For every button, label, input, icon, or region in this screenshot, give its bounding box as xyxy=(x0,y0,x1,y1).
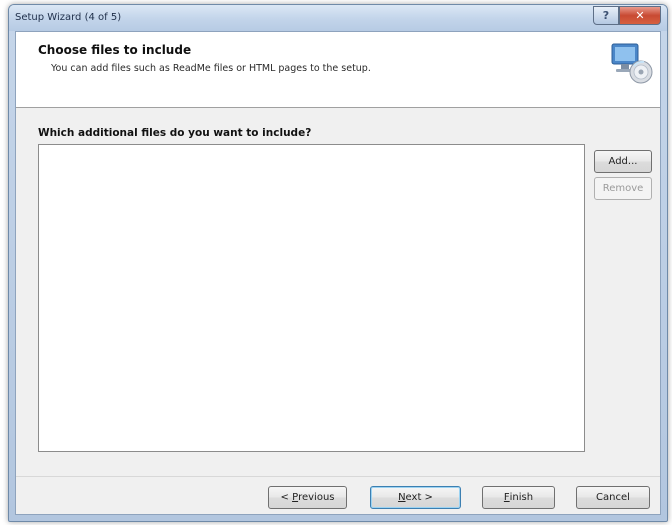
finish-label-rest: inish xyxy=(509,492,534,503)
next-button[interactable]: Next > xyxy=(370,486,461,509)
caption-buttons: ? ✕ xyxy=(593,6,661,25)
previous-label-rest: revious xyxy=(298,492,335,503)
finish-button[interactable]: Finish xyxy=(482,486,555,509)
remove-button[interactable]: Remove xyxy=(594,177,652,200)
close-icon: ✕ xyxy=(635,9,645,22)
close-button[interactable]: ✕ xyxy=(619,6,661,25)
next-label-rest: ext > xyxy=(405,492,433,503)
page-title: Choose files to include xyxy=(38,43,192,57)
title-bar[interactable]: Setup Wizard (4 of 5) ? ✕ xyxy=(9,5,667,31)
help-button[interactable]: ? xyxy=(593,6,619,25)
wizard-header: Choose files to include You can add file… xyxy=(16,32,660,108)
add-button[interactable]: Add... xyxy=(594,150,652,173)
setup-wizard-window: Setup Wizard (4 of 5) ? ✕ Choose files t… xyxy=(8,4,668,522)
files-question-label: Which additional files do you want to in… xyxy=(38,127,312,139)
previous-prefix: < xyxy=(280,492,293,503)
setup-computer-icon xyxy=(611,43,653,84)
window-title: Setup Wizard (4 of 5) xyxy=(15,12,122,23)
client-area: Choose files to include You can add file… xyxy=(15,31,661,515)
page-subtitle: You can add files such as ReadMe files o… xyxy=(51,63,371,74)
cancel-button[interactable]: Cancel xyxy=(576,486,650,509)
previous-button[interactable]: < Previous xyxy=(268,486,347,509)
next-mnemonic: N xyxy=(398,492,406,503)
help-icon: ? xyxy=(602,9,610,22)
footer-divider xyxy=(16,476,660,477)
additional-files-list[interactable] xyxy=(38,144,585,452)
